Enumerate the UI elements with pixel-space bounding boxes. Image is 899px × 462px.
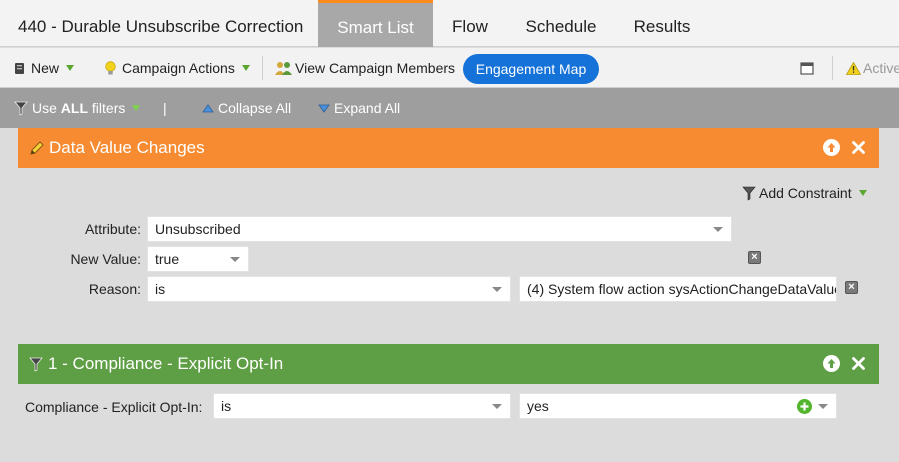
document-icon [15,62,24,74]
chevron-down-icon [713,227,723,232]
attribute-label: Attribute: [84,221,141,237]
campaign-actions-button[interactable]: Campaign Actions [104,48,250,88]
top-tab-bar: 440 - Durable Unsubscribe Correction Sma… [0,0,899,47]
compliance-field-label: Compliance - Explicit Opt-In: [25,399,203,415]
compliance-value: yes [527,398,549,414]
reason-operator-select[interactable]: is [147,276,511,302]
chevron-down-icon [241,65,250,71]
remove-filter-button[interactable] [850,355,867,372]
filters-separator: | [163,100,167,116]
window-icon [800,61,814,75]
chevron-down-icon [66,65,75,71]
all-label: ALL [60,100,89,116]
chevron-down-icon [132,105,141,111]
reason-label: Reason: [88,281,141,297]
triangle-up-icon [202,103,214,112]
move-up-button[interactable] [823,355,840,372]
filter-header[interactable]: 1 - Compliance - Explicit Opt-In [18,344,879,384]
add-constraint-label: Add Constraint [759,185,852,201]
use-all-filters-dropdown[interactable]: Use ALL filters [14,88,141,128]
engagement-map-button[interactable]: Engagement Map [463,54,599,84]
campaign-status: Active [846,48,899,88]
tab-flow[interactable]: Flow [440,0,500,47]
remove-filter-button[interactable] [850,139,867,156]
arrow-up-icon [827,143,836,152]
add-constraint-button[interactable]: Add Constraint [742,185,867,201]
attribute-value: Unsubscribed [155,221,241,237]
campaign-actions-label: Campaign Actions [122,60,235,76]
collapse-all-button[interactable]: Collapse All [202,88,291,128]
triangle-down-icon [318,104,330,113]
filter-compliance-explicit-opt-in: 1 - Compliance - Explicit Opt-In Complia… [18,344,879,448]
filter-title: 1 - Compliance - Explicit Opt-In [48,354,284,373]
remove-constraint-button[interactable]: × [845,281,858,294]
new-value-label: New Value: [70,251,141,267]
chevron-down-icon [492,287,502,292]
filter-funnel-icon [742,186,756,200]
new-menu-label: New [31,60,60,76]
compliance-operator-value: is [221,398,232,414]
window-icon-button[interactable] [800,48,814,88]
reason-value: (4) System flow action sysActionChangeDa… [527,281,837,297]
status-label: Active [863,60,899,76]
chevron-down-icon [230,257,240,262]
tab-smart-list[interactable]: Smart List [318,0,433,47]
close-icon [852,141,865,154]
new-value-value: true [155,251,180,267]
reason-operator-value: is [155,281,166,297]
toolbar-divider [832,56,833,80]
remove-constraint-button[interactable]: × [748,251,761,264]
filter-title: Data Value Changes [49,138,205,157]
warning-icon [846,61,861,75]
expand-all-label: Expand All [334,100,401,116]
close-icon [852,357,865,370]
view-campaign-members-label: View Campaign Members [295,60,456,76]
chevron-down-icon [818,404,828,409]
add-value-button[interactable] [797,399,812,414]
move-up-button[interactable] [823,139,840,156]
toolbar: New Campaign Actions View Campaign Membe… [0,48,899,88]
chevron-down-icon [492,404,502,409]
attribute-select[interactable]: Unsubscribed [147,216,732,242]
compliance-operator-select[interactable]: is [213,393,511,419]
tab-results[interactable]: Results [624,0,700,47]
pencil-icon [30,140,44,155]
lightbulb-icon [105,60,116,74]
plus-icon [800,402,809,411]
filter-funnel-icon [29,357,43,372]
expand-all-button[interactable]: Expand All [318,88,400,128]
view-campaign-members-button[interactable]: View Campaign Members [275,48,455,88]
filter-options-bar: Use ALL filters | Collapse All Expand Al… [0,88,899,128]
campaign-title: 440 - Durable Unsubscribe Correction [18,17,304,36]
use-label: Use [32,100,57,116]
new-menu-button[interactable]: New [14,48,75,88]
arrow-up-icon [827,359,836,368]
people-icon [275,61,292,75]
filter-funnel-icon [14,101,28,116]
reason-value-input[interactable]: (4) System flow action sysActionChangeDa… [519,276,837,302]
tab-schedule[interactable]: Schedule [518,0,604,47]
new-value-select[interactable]: true [147,246,249,272]
compliance-value-select[interactable]: yes [519,393,837,419]
chevron-down-icon [858,190,867,196]
collapse-all-label: Collapse All [218,100,292,116]
filter-header[interactable]: Data Value Changes [18,128,879,168]
toolbar-divider [262,56,263,80]
filters-label: filters [91,100,126,116]
filter-data-value-changes: Data Value Changes Add Constraint Attrib… [18,128,879,333]
